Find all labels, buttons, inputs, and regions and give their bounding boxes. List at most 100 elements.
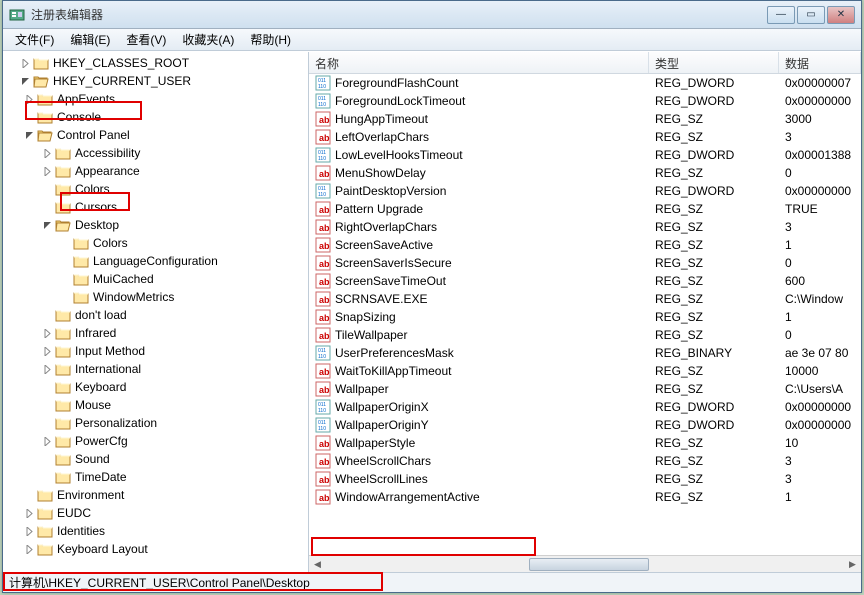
maximize-button[interactable]: ▭ [797, 6, 825, 24]
menu-help[interactable]: 帮助(H) [242, 29, 299, 50]
list-row[interactable]: abScreenSaveActiveREG_SZ1 [309, 236, 861, 254]
col-header-data[interactable]: 数据 [779, 52, 861, 73]
tree-desktop-colors[interactable]: Colors [93, 236, 128, 250]
list-body[interactable]: 011110ForegroundFlashCountREG_DWORD0x000… [309, 74, 861, 555]
expander-blank [41, 471, 53, 483]
folder-icon [73, 254, 89, 268]
tree-colors[interactable]: Colors [75, 182, 110, 196]
value-data: ae 3e 07 80 [779, 346, 861, 360]
tree-identities[interactable]: Identities [57, 524, 105, 538]
content-area: HKEY_CLASSES_ROOT HKEY_CURRENT_USER AppEve… [3, 51, 861, 572]
tree-control-panel[interactable]: Control Panel [57, 128, 130, 142]
tree-international[interactable]: International [75, 362, 141, 376]
list-row[interactable]: abWaitToKillAppTimeoutREG_SZ10000 [309, 362, 861, 380]
titlebar[interactable]: 注册表编辑器 — ▭ ✕ [3, 1, 861, 29]
tree-eudc[interactable]: EUDC [57, 506, 91, 520]
list-row[interactable]: abPattern UpgradeREG_SZTRUE [309, 200, 861, 218]
value-name: Wallpaper [335, 382, 389, 396]
list-row[interactable]: 011110LowLevelHooksTimeoutREG_DWORD0x000… [309, 146, 861, 164]
folder-icon [55, 182, 71, 196]
tree-muicached[interactable]: MuiCached [93, 272, 154, 286]
list-row[interactable]: 011110UserPreferencesMaskREG_BINARYae 3e… [309, 344, 861, 362]
scroll-right-icon[interactable]: ▶ [844, 556, 861, 573]
list-row[interactable]: abSnapSizingREG_SZ1 [309, 308, 861, 326]
tree-console[interactable]: Console [57, 110, 101, 124]
value-name: HungAppTimeout [335, 112, 428, 126]
list-row[interactable]: abHungAppTimeoutREG_SZ3000 [309, 110, 861, 128]
expander-icon[interactable] [23, 129, 35, 141]
list-row[interactable]: abScreenSaveTimeOutREG_SZ600 [309, 272, 861, 290]
list-row[interactable]: 011110WallpaperOriginYREG_DWORD0x0000000… [309, 416, 861, 434]
tree-cursors[interactable]: Cursors [75, 200, 117, 214]
value-type: REG_DWORD [649, 148, 779, 162]
list-row[interactable]: abWallpaperStyleREG_SZ10 [309, 434, 861, 452]
list-row[interactable]: abTileWallpaperREG_SZ0 [309, 326, 861, 344]
tree-windowmetrics[interactable]: WindowMetrics [93, 290, 174, 304]
value-type: REG_SZ [649, 166, 779, 180]
tree-hkey-current-user[interactable]: HKEY_CURRENT_USER [53, 74, 191, 88]
list-row[interactable]: abWallpaperREG_SZC:\Users\A [309, 380, 861, 398]
value-data: 1 [779, 310, 861, 324]
list-row[interactable]: abMenuShowDelayREG_SZ0 [309, 164, 861, 182]
svg-text:ab: ab [319, 493, 330, 503]
value-type: REG_SZ [649, 310, 779, 324]
tree-pane[interactable]: HKEY_CLASSES_ROOT HKEY_CURRENT_USER AppEve… [3, 52, 309, 572]
tree-timedate[interactable]: TimeDate [75, 470, 127, 484]
tree-personalization[interactable]: Personalization [75, 416, 157, 430]
list-row[interactable]: abScreenSaverIsSecureREG_SZ0 [309, 254, 861, 272]
tree-desktop[interactable]: Desktop [75, 218, 119, 232]
col-header-type[interactable]: 类型 [649, 52, 779, 73]
expander-icon[interactable] [41, 327, 53, 339]
tree-languageconfiguration[interactable]: LanguageConfiguration [93, 254, 218, 268]
tree-appearance[interactable]: Appearance [75, 164, 140, 178]
tree-environment[interactable]: Environment [57, 488, 124, 502]
menu-file[interactable]: 文件(F) [7, 29, 62, 50]
list-row[interactable]: abWheelScrollLinesREG_SZ3 [309, 470, 861, 488]
tree-keyboard-layout[interactable]: Keyboard Layout [57, 542, 148, 556]
tree-powercfg[interactable]: PowerCfg [75, 434, 128, 448]
tree-sound[interactable]: Sound [75, 452, 110, 466]
list-row[interactable]: 011110ForegroundLockTimeoutREG_DWORD0x00… [309, 92, 861, 110]
expander-icon[interactable] [23, 525, 35, 537]
expander-icon[interactable] [19, 57, 31, 69]
horizontal-scrollbar[interactable]: ◀ ▶ [309, 555, 861, 572]
expander-icon[interactable] [23, 93, 35, 105]
tree-infrared[interactable]: Infrared [75, 326, 116, 340]
expander-icon[interactable] [41, 219, 53, 231]
tree-appevents[interactable]: AppEvents [57, 92, 115, 106]
list-row[interactable]: 011110PaintDesktopVersionREG_DWORD0x0000… [309, 182, 861, 200]
expander-icon[interactable] [41, 345, 53, 357]
list-row[interactable]: 011110WallpaperOriginXREG_DWORD0x0000000… [309, 398, 861, 416]
expander-icon[interactable] [41, 147, 53, 159]
tree-mouse[interactable]: Mouse [75, 398, 111, 412]
expander-icon[interactable] [41, 165, 53, 177]
list-row[interactable]: 011110ForegroundFlashCountREG_DWORD0x000… [309, 74, 861, 92]
menu-view[interactable]: 查看(V) [118, 29, 174, 50]
menu-edit[interactable]: 编辑(E) [62, 29, 118, 50]
list-row[interactable]: abWheelScrollCharsREG_SZ3 [309, 452, 861, 470]
list-row[interactable]: abSCRNSAVE.EXEREG_SZC:\Window [309, 290, 861, 308]
tree-input-method[interactable]: Input Method [75, 344, 145, 358]
col-header-name[interactable]: 名称 [309, 52, 649, 73]
menu-favorites[interactable]: 收藏夹(A) [174, 29, 242, 50]
tree-dont-load[interactable]: don't load [75, 308, 127, 322]
list-row[interactable]: abWindowArrangementActiveREG_SZ1 [309, 488, 861, 506]
close-button[interactable]: ✕ [827, 6, 855, 24]
minimize-button[interactable]: — [767, 6, 795, 24]
expander-icon[interactable] [23, 543, 35, 555]
scroll-left-icon[interactable]: ◀ [309, 556, 326, 573]
scroll-thumb[interactable] [529, 558, 649, 571]
expander-icon[interactable] [23, 507, 35, 519]
folder-icon [55, 344, 71, 358]
string-value-icon: ab [315, 129, 331, 145]
value-data: 0 [779, 256, 861, 270]
expander-icon[interactable] [41, 363, 53, 375]
tree-accessibility[interactable]: Accessibility [75, 146, 140, 160]
list-row[interactable]: abRightOverlapCharsREG_SZ3 [309, 218, 861, 236]
expander-icon[interactable] [41, 435, 53, 447]
list-row[interactable]: abLeftOverlapCharsREG_SZ3 [309, 128, 861, 146]
tree-hkey-classes-root[interactable]: HKEY_CLASSES_ROOT [53, 56, 189, 70]
tree-keyboard[interactable]: Keyboard [75, 380, 126, 394]
expander-icon[interactable] [19, 75, 31, 87]
value-type: REG_BINARY [649, 346, 779, 360]
